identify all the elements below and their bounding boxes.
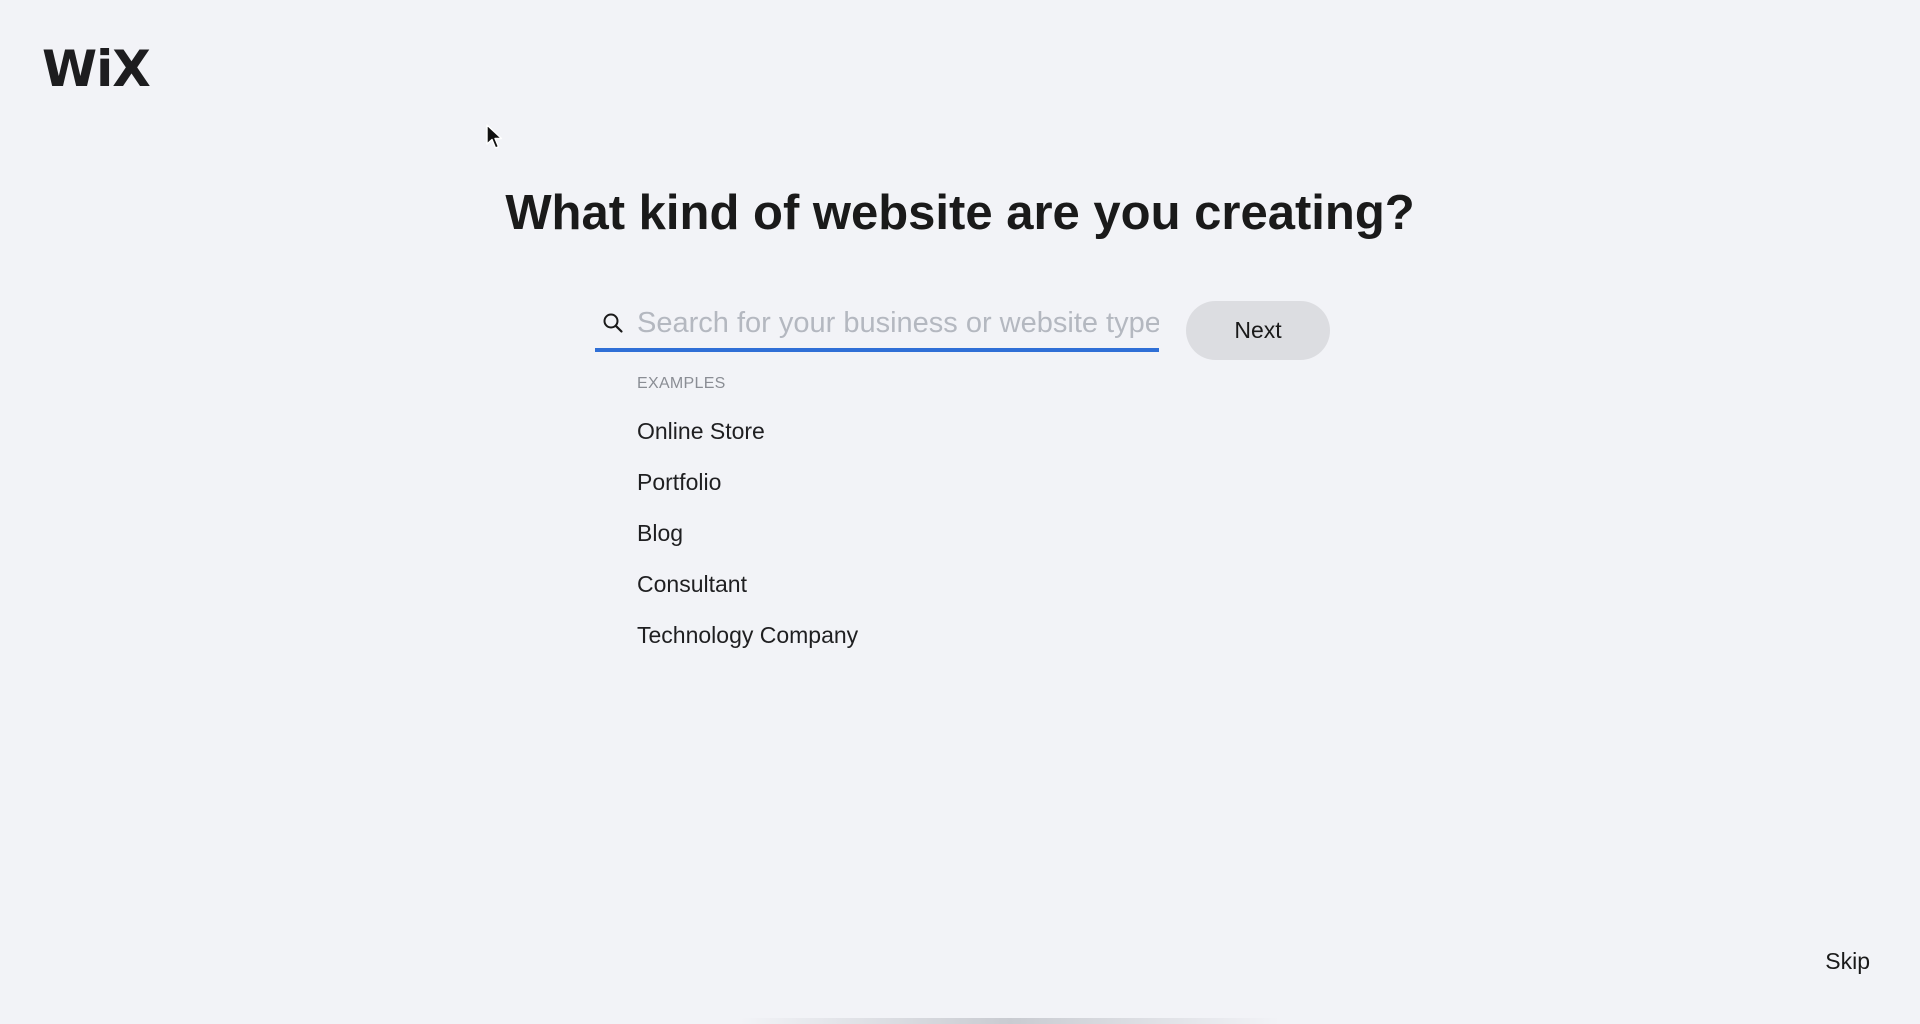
- page: WiX What kind of website are you creatin…: [0, 0, 1920, 1024]
- examples-label: EXAMPLES: [637, 375, 726, 392]
- bottom-scroll-indicator: [740, 1018, 1280, 1024]
- examples-list: EXAMPLES Online Store Portfolio Blog Con…: [637, 374, 858, 671]
- search-input[interactable]: [637, 302, 1159, 344]
- example-item-consultant[interactable]: Consultant: [637, 569, 858, 620]
- page-title: What kind of website are you creating?: [505, 186, 1415, 240]
- skip-link[interactable]: Skip: [1825, 948, 1870, 975]
- example-item-online-store[interactable]: Online Store: [637, 416, 858, 467]
- example-item-blog[interactable]: Blog: [637, 518, 858, 569]
- example-item-technology-company[interactable]: Technology Company: [637, 620, 858, 671]
- wix-logo[interactable]: WiX: [42, 44, 151, 94]
- mouse-pointer-icon: [486, 124, 503, 149]
- next-button[interactable]: Next: [1186, 301, 1330, 360]
- example-item-portfolio[interactable]: Portfolio: [637, 467, 858, 518]
- search-icon: [603, 313, 623, 333]
- search-field: [595, 298, 1159, 352]
